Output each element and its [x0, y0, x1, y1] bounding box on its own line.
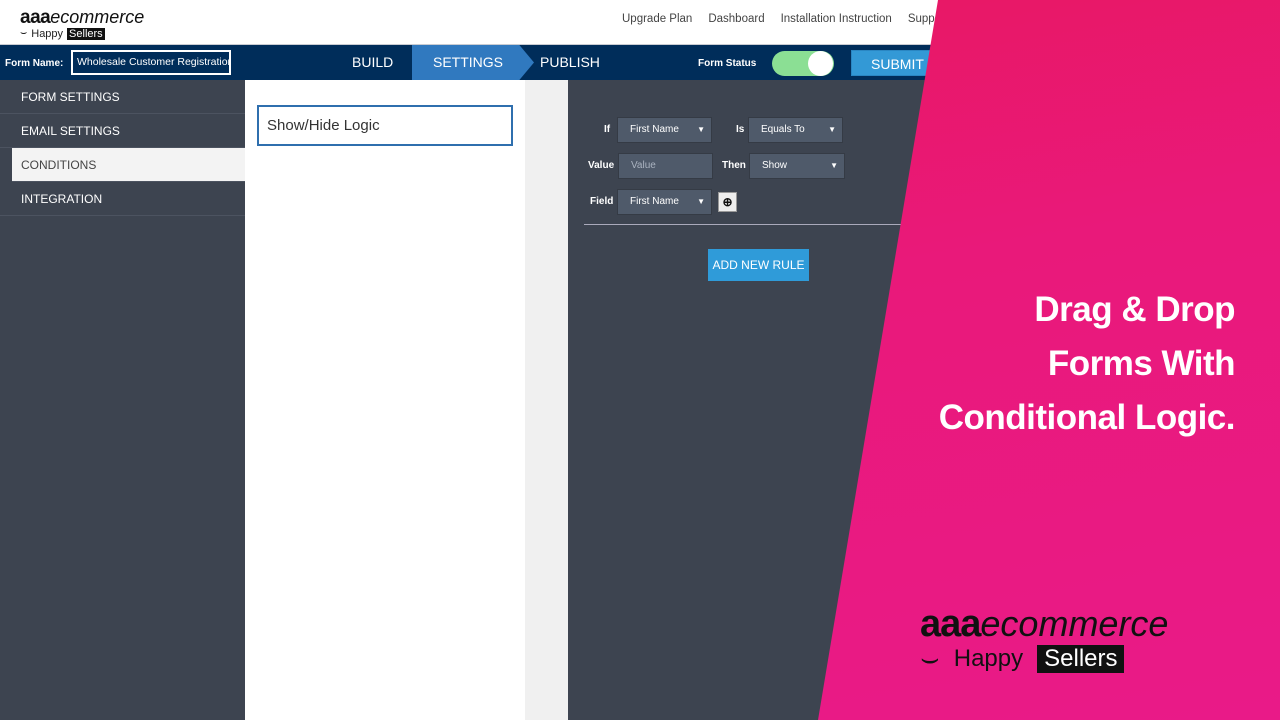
sidebar: FORM SETTINGS EMAIL SETTINGS CONDITIONS …	[0, 80, 245, 720]
is-label: Is	[736, 124, 745, 135]
caret-down-icon: ▼	[828, 125, 836, 134]
caret-down-icon: ▼	[830, 161, 838, 170]
operator-select[interactable]: Equals To ▼	[748, 117, 843, 143]
logo-bold: aaa	[20, 7, 51, 28]
top-nav: Upgrade Plan Dashboard Installation Inst…	[622, 13, 948, 25]
nav-installation[interactable]: Installation Instruction	[781, 13, 892, 25]
sidebar-item-conditions[interactable]: CONDITIONS	[12, 148, 245, 182]
tab-build[interactable]: BUILD	[352, 45, 393, 80]
value-input[interactable]: Value	[618, 153, 713, 179]
add-new-rule-button[interactable]: ADD NEW RULE	[708, 249, 809, 281]
tab-settings[interactable]: SETTINGS	[412, 45, 534, 80]
logo-tag1: Happy	[953, 645, 1024, 672]
sidebar-item-email-settings[interactable]: EMAIL SETTINGS	[0, 114, 245, 148]
target-field-select[interactable]: First Name ▼	[617, 189, 712, 215]
caret-down-icon: ▼	[697, 125, 705, 134]
nav-dashboard[interactable]: Dashboard	[708, 13, 764, 25]
form-status-toggle[interactable]	[772, 51, 834, 76]
field-label: Field	[590, 196, 614, 207]
logo-tag2: Sellers	[1037, 645, 1125, 673]
promo-line: Conditional Logic.	[938, 398, 1236, 437]
toggle-knob	[808, 51, 833, 76]
logo-tag1: Happy	[31, 27, 64, 40]
if-field-value: First Name	[630, 124, 679, 135]
logo-rest: ecommerce	[50, 7, 145, 27]
form-name-input[interactable]: Wholesale Customer Registration	[71, 50, 231, 75]
sidebar-item-integration[interactable]: INTEGRATION	[0, 182, 245, 216]
action-value: Show	[762, 160, 788, 171]
action-select[interactable]: Show ▼	[749, 153, 845, 179]
show-hide-logic-item[interactable]: Show/Hide Logic	[257, 105, 513, 146]
value-label: Value	[588, 160, 615, 171]
promo-logo: aaaecommerce ⌣ Happy Sellers	[920, 603, 1168, 676]
then-label: Then	[722, 160, 746, 171]
if-field-select[interactable]: First Name ▼	[617, 117, 712, 143]
smile-icon: ⌣	[20, 27, 28, 39]
panel-gutter	[525, 80, 568, 720]
form-name-label: Form Name:	[5, 58, 64, 69]
operator-value: Equals To	[761, 124, 805, 135]
divider	[584, 224, 924, 225]
brand-logo[interactable]: aaaecommerce ⌣ Happy Sellers	[20, 7, 144, 40]
promo-line: Drag & Drop	[1034, 290, 1235, 329]
sidebar-item-form-settings[interactable]: FORM SETTINGS	[0, 80, 245, 114]
promo-headline: Drag & Drop Forms With Conditional Logic…	[938, 283, 1236, 445]
logo-bold: aaa	[920, 603, 981, 645]
nav-upgrade-plan[interactable]: Upgrade Plan	[622, 13, 692, 25]
caret-down-icon: ▼	[697, 197, 705, 206]
add-field-button[interactable]: ⊕	[718, 192, 737, 212]
if-label: If	[604, 124, 611, 135]
tab-publish[interactable]: PUBLISH	[540, 45, 600, 80]
target-field-value: First Name	[630, 196, 679, 207]
logo-rest: ecommerce	[980, 603, 1169, 644]
form-status-label: Form Status	[698, 58, 757, 69]
smile-icon: ⌣	[920, 642, 940, 675]
logo-tag2: Sellers	[67, 27, 105, 40]
plus-circle-icon: ⊕	[722, 195, 733, 209]
logic-list-panel: Show/Hide Logic	[245, 80, 525, 720]
promo-line: Forms With	[1047, 344, 1236, 383]
